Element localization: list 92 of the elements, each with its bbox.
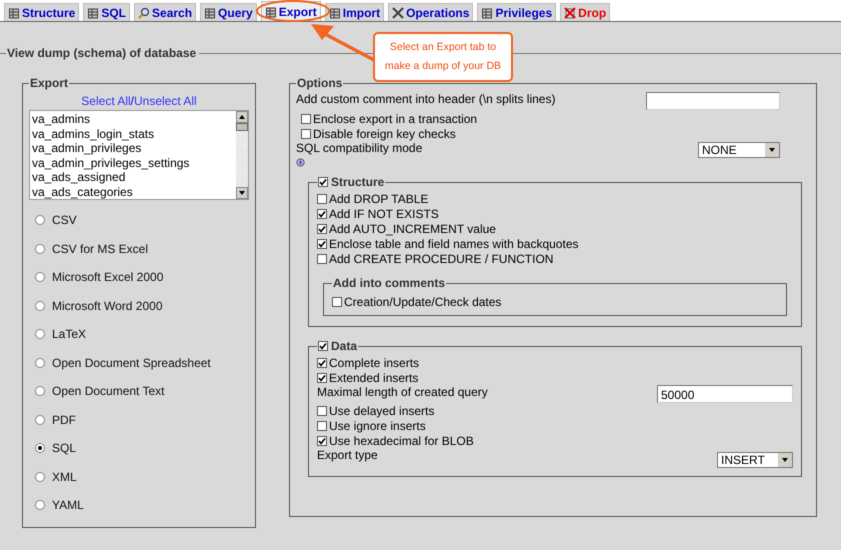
radio-button[interactable] xyxy=(35,215,45,225)
option-label: Maximal length of created query xyxy=(317,385,488,399)
format-radio[interactable]: Open Document Text xyxy=(35,384,249,398)
format-radio[interactable]: YAML xyxy=(35,498,249,512)
format-radio[interactable]: Open Document Spreadsheet xyxy=(35,356,249,370)
option-label: Add DROP TABLE xyxy=(329,192,428,206)
tab[interactable]: SQL xyxy=(83,3,130,21)
radio-button[interactable] xyxy=(35,500,45,510)
tab[interactable]: Import xyxy=(324,3,384,21)
select-all-link[interactable]: Select All xyxy=(81,94,131,108)
help-icon[interactable] xyxy=(296,158,305,167)
caret-icon[interactable] xyxy=(778,453,792,467)
option-label: Extended inserts xyxy=(329,370,418,384)
checkbox[interactable] xyxy=(301,114,311,124)
scrollbar-thumb[interactable] xyxy=(236,123,248,131)
list-item[interactable]: va_ads_assigned xyxy=(32,170,234,184)
separator: / xyxy=(130,94,134,108)
format-radio[interactable]: PDF xyxy=(35,412,249,426)
format-radio[interactable]: CSV xyxy=(35,213,249,227)
list-item[interactable]: va_admins xyxy=(32,112,234,126)
dropdown[interactable]: INSERT xyxy=(717,452,793,468)
group-title: Add into comments xyxy=(332,276,446,290)
panel-title: Export xyxy=(29,76,70,90)
checkbox[interactable] xyxy=(318,341,328,351)
tab[interactable]: Query xyxy=(200,3,257,21)
scroll-down-icon[interactable] xyxy=(236,187,248,199)
input-field[interactable]: 50000 xyxy=(657,385,793,403)
tab[interactable]: Search xyxy=(134,3,196,21)
dropdown[interactable]: NONE xyxy=(698,142,780,158)
tab[interactable]: Structure xyxy=(4,3,80,21)
delete-icon xyxy=(564,6,576,18)
radio-button[interactable] xyxy=(35,386,45,396)
pointer-arrow xyxy=(311,24,375,62)
checkbox[interactable] xyxy=(317,420,327,430)
checkbox[interactable] xyxy=(301,128,311,138)
option-label: Enclose table and field names with backquotes xyxy=(329,236,578,250)
option-label: Use ignore inserts xyxy=(329,418,426,432)
checkbox[interactable] xyxy=(332,296,342,306)
option-label: Export type xyxy=(317,448,378,462)
section-title: View dump (schema) of database xyxy=(6,46,200,60)
format-radio[interactable]: LaTeX xyxy=(35,327,249,341)
tab[interactable]: Privileges xyxy=(477,3,556,21)
format-radio[interactable]: SQL xyxy=(35,441,249,455)
checkbox[interactable] xyxy=(317,254,327,264)
option-label: Add CREATE PROCEDURE / FUNCTION xyxy=(329,252,554,266)
checkbox[interactable] xyxy=(317,194,327,204)
checkbox[interactable] xyxy=(317,436,327,446)
checkbox[interactable] xyxy=(317,224,327,234)
format-radio[interactable]: XML xyxy=(35,470,249,484)
radio-button[interactable] xyxy=(35,414,45,424)
scrollbar[interactable] xyxy=(236,111,248,199)
input-field[interactable] xyxy=(646,92,780,110)
caret-icon[interactable] xyxy=(765,143,779,157)
tab[interactable]: Operations xyxy=(388,3,474,21)
panel-title: Options xyxy=(296,76,344,90)
option-label: Disable foreign key checks xyxy=(313,126,456,140)
list-item[interactable]: va_admin_privileges xyxy=(32,141,234,156)
checkbox[interactable] xyxy=(317,372,327,382)
radio-button[interactable] xyxy=(35,244,45,254)
checkbox[interactable] xyxy=(317,406,327,416)
option-label: Add IF NOT EXISTS xyxy=(329,206,439,220)
radio-button[interactable] xyxy=(35,300,45,310)
format-radio[interactable]: Microsoft Excel 2000 xyxy=(35,270,249,284)
radio-button[interactable] xyxy=(35,272,45,282)
checkbox[interactable] xyxy=(317,358,327,368)
list-item[interactable]: va_ads_categories xyxy=(32,184,234,199)
checkbox[interactable] xyxy=(317,238,327,248)
callout-note: Select an Export tab to make a dump of your DB xyxy=(373,32,513,82)
format-radio[interactable]: Microsoft Word 2000 xyxy=(35,298,249,312)
option-label: Enclose export in a transaction xyxy=(313,112,478,126)
group-title: Data xyxy=(331,339,358,353)
option-label: Complete inserts xyxy=(329,356,420,370)
option-label: Creation/Update/Check dates xyxy=(344,294,502,308)
radio-button[interactable] xyxy=(35,443,45,453)
option-label: Add AUTO_INCREMENT value xyxy=(329,222,496,236)
option-label: SQL compatibility mode xyxy=(296,141,422,155)
group-title: Structure xyxy=(331,175,384,189)
radio-button[interactable] xyxy=(35,329,45,339)
unselect-all-link[interactable]: Unselect All xyxy=(134,94,197,108)
checkbox[interactable] xyxy=(318,177,328,187)
table-list[interactable]: va_admins va_admins_login_stats va_admin_privileges va_admin_privileges_settings va_ads_assigned va_ads_categories xyxy=(29,110,249,200)
radio-button[interactable] xyxy=(35,358,45,368)
option-label: Add custom comment into header (\n splits lines) xyxy=(296,92,556,106)
checkbox[interactable] xyxy=(317,208,327,218)
format-radio[interactable]: CSV for MS Excel xyxy=(35,242,249,256)
list-item[interactable]: va_admin_privileges_settings xyxy=(32,156,234,170)
radio-button[interactable] xyxy=(35,472,45,482)
list-item[interactable]: va_admins_login_stats xyxy=(32,126,234,141)
scroll-up-icon[interactable] xyxy=(236,111,248,123)
option-label: Use delayed inserts xyxy=(329,404,434,418)
search-icon xyxy=(138,6,150,18)
option-label: Use hexadecimal for BLOB xyxy=(329,434,474,448)
